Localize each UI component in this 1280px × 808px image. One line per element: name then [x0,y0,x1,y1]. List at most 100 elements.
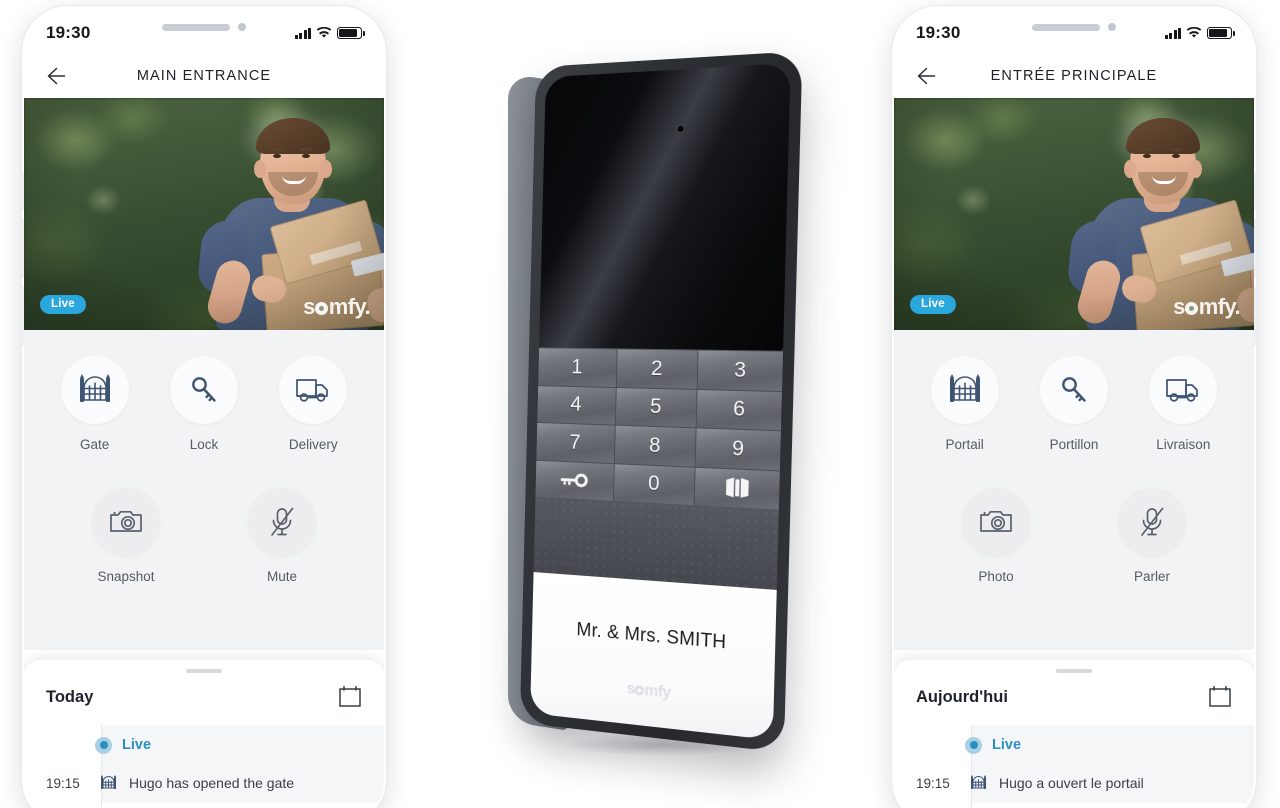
battery-icon [1207,27,1232,39]
action-label: Snapshot [97,569,154,584]
directory-book-icon [725,477,750,499]
gate-icon-bubble [61,356,129,424]
action-mute[interactable]: Parler [1110,488,1194,584]
phone-screen: 19:30 MAIN ENTRANCE Live s mfy. Gate Loc… [24,8,384,808]
keypad-key-6[interactable]: 6 [697,390,782,431]
somfy-video-doorbell: 1 2 3 4 5 6 7 8 9 0 Mr. & Mrs. SMITH s m… [502,60,802,750]
action-lock[interactable]: Portillon [1032,356,1116,452]
action-snapshot[interactable]: Photo [954,488,1038,584]
timeline-live-label: Live [122,737,151,753]
somfy-watermark: s mfy. [1173,294,1240,320]
gate-icon [948,374,982,406]
phone-notch [144,16,264,38]
action-label: Livraison [1156,437,1210,452]
phone-mockup-english: 19:30 MAIN ENTRANCE Live s mfy. Gate Loc… [22,6,386,808]
earpiece-speaker [1032,24,1100,31]
camera-icon [979,508,1013,536]
action-mute[interactable]: Mute [240,488,324,584]
cellular-bars-icon [1165,28,1182,39]
action-delivery[interactable]: Delivery [271,356,355,452]
wifi-icon [1186,27,1202,39]
action-label: Delivery [289,437,338,452]
action-label: Gate [80,437,109,452]
keypad-key-2[interactable]: 2 [616,349,698,388]
somfy-logo-nameplate: s mfy [626,680,670,702]
timeline-live-row[interactable]: Live [95,725,384,765]
battery-icon [337,27,362,39]
status-indicators [295,27,363,39]
action-label: Portail [946,437,984,452]
keypad-key-4[interactable]: 4 [537,386,615,425]
status-indicators [1165,27,1233,39]
screenshot-root: 19:30 MAIN ENTRANCE Live s mfy. Gate Loc… [0,0,1280,808]
live-dot-icon [965,737,982,754]
action-delivery[interactable]: Livraison [1141,356,1225,452]
phone-screen: 19:30 ENTRÉE PRINCIPALE Live s mfy. Port… [894,8,1254,808]
timeline-live-label: Live [992,737,1021,753]
keypad-key-3[interactable]: 3 [698,351,783,391]
keypad-key-0[interactable]: 0 [614,464,695,505]
action-label: Portillon [1050,437,1099,452]
phone-mockup-french: 19:30 ENTRÉE PRINCIPALE Live s mfy. Port… [892,6,1256,808]
truck-icon-bubble [1149,356,1217,424]
doorbell-device-area: 1 2 3 4 5 6 7 8 9 0 Mr. & Mrs. SMITH s m… [406,0,886,808]
status-clock: 19:30 [916,23,960,43]
event-time: 19:15 [916,776,958,791]
keypad-key-9[interactable]: 9 [696,428,781,470]
gate-icon-bubble [931,356,999,424]
device-keypad[interactable]: 1 2 3 4 5 6 7 8 9 0 [535,347,783,509]
live-dot-icon [95,737,112,754]
timeline-live-row[interactable]: Live [965,725,1254,765]
action-panel: Portail Portillon Livraison Photo Parler [894,330,1254,650]
sheet-header: Aujourd'hui [894,673,1254,725]
truck-icon [295,376,331,404]
timeline-event-row[interactable]: 19:15 Hugo a ouvert le portail [894,765,1254,791]
earpiece-speaker [162,24,230,31]
device-drop-shadow [562,734,762,756]
event-timeline: Live 19:15 [24,725,384,791]
device-nameplate: Mr. & Mrs. SMITH s mfy [530,572,777,740]
live-badge: Live [40,295,86,314]
timeline-event-row[interactable]: 19:15 Hugo has opened the gate [24,765,384,791]
calendar-icon[interactable] [1208,685,1232,709]
key-icon-bubble [1040,356,1108,424]
gate-icon [78,374,112,406]
calendar-icon[interactable] [338,685,362,709]
action-snapshot[interactable]: Snapshot [84,488,168,584]
nameplate-text: Mr. & Mrs. SMITH [576,619,726,654]
phone-notch [1014,16,1134,38]
event-time: 19:15 [46,776,88,791]
keypad-key-5[interactable]: 5 [615,388,696,428]
keypad-key-1[interactable]: 1 [538,348,616,386]
live-video-feed[interactable]: Live s mfy. [894,98,1254,330]
gate-icon [100,775,117,791]
keypad-key-unlock[interactable] [535,460,613,500]
nav-bar: ENTRÉE PRINCIPALE [894,54,1254,98]
keypad-key-8[interactable]: 8 [615,426,696,467]
action-row-secondary: Photo Parler [910,488,1238,584]
status-bar: 19:30 [24,8,384,54]
action-label: Lock [190,437,219,452]
activity-sheet[interactable]: Aujourd'hui Live 19:15 Hugo a ouvert le … [894,660,1254,808]
device-front-face: 1 2 3 4 5 6 7 8 9 0 Mr. & Mrs. SMITH s m… [530,63,791,740]
live-video-feed[interactable]: Live s mfy. [24,98,384,330]
microphone-muted-icon [1137,506,1167,538]
action-row-secondary: Snapshot Mute [40,488,368,584]
action-label: Photo [978,569,1013,584]
action-gate[interactable]: Portail [923,356,1007,452]
keypad-key-directory[interactable] [695,467,780,509]
camera-lens-icon [678,126,684,132]
somfy-watermark: s mfy. [303,294,370,320]
activity-sheet[interactable]: Today Live 19:15 Hugo has opened the gat… [24,660,384,808]
key-icon [1058,374,1090,406]
action-row-primary: Portail Portillon Livraison [910,356,1238,452]
action-label: Mute [267,569,297,584]
status-clock: 19:30 [46,23,90,43]
keypad-key-7[interactable]: 7 [536,423,614,463]
device-body: 1 2 3 4 5 6 7 8 9 0 Mr. & Mrs. SMITH s m… [520,51,803,753]
status-bar: 19:30 [894,8,1254,54]
action-lock[interactable]: Lock [162,356,246,452]
action-gate[interactable]: Gate [53,356,137,452]
sheet-title: Aujourd'hui [916,688,1008,707]
truck-icon [1165,376,1201,404]
